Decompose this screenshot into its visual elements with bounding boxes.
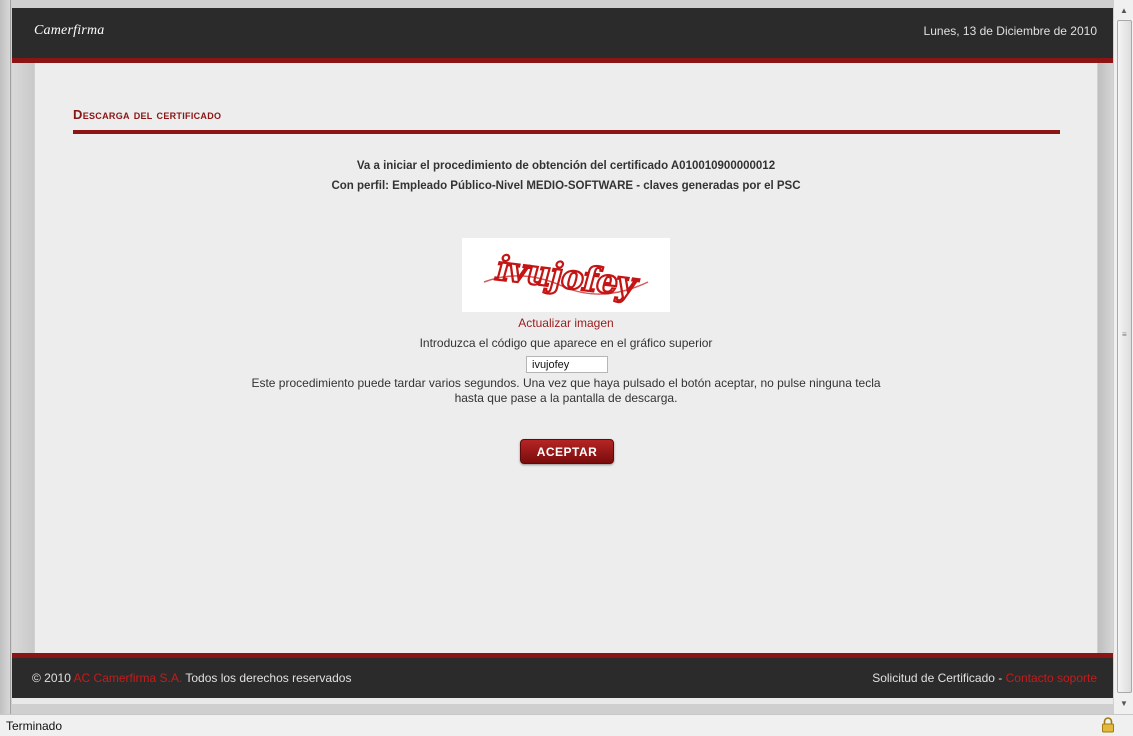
section-title: Descarga del certificado [73, 107, 222, 122]
note-line-1: Este procedimiento puede tardar varios s… [251, 376, 881, 390]
captcha-text: ivujofey [491, 249, 643, 305]
captcha-image: ivujofey [462, 238, 670, 312]
status-text: Terminado [6, 719, 63, 733]
left-side-shadow [12, 63, 34, 653]
right-side-shadow [1097, 63, 1113, 653]
scrollbar-thumb[interactable]: ≡ [1117, 20, 1132, 693]
footer-right: Solicitud de Certificado - Contacto sopo… [872, 671, 1097, 685]
captcha-instruction: Introduzca el código que aparece en el g… [419, 336, 713, 350]
status-bar: Terminado [0, 714, 1133, 736]
scroll-up-arrow-icon[interactable]: ▲ [1114, 2, 1133, 19]
footer-bar: © 2010 AC Camerfirma S.A. Todos los dere… [12, 653, 1113, 698]
scroll-grip-icon: ≡ [1122, 330, 1127, 339]
profile-info: Con perfil: Empleado Público-Nivel MEDIO… [331, 180, 801, 192]
camerfirma-logo: Camerfirma [34, 23, 105, 38]
vertical-scrollbar[interactable]: ▲ ≡ ▼ [1113, 0, 1133, 714]
title-divider [73, 130, 1060, 134]
support-contact-link[interactable]: Contacto soporte [1006, 671, 1097, 685]
certificate-info: Va a iniciar el procedimiento de obtenci… [356, 160, 776, 172]
captcha-graphic: ivujofey [483, 248, 649, 306]
header-bar: Camerfirma Lunes, 13 de Diciembre de 201… [12, 8, 1113, 63]
header-date: Lunes, 13 de Diciembre de 2010 [923, 24, 1097, 38]
scroll-down-arrow-icon[interactable]: ▼ [1114, 695, 1133, 712]
main-content: Descarga del certificado Va a iniciar el… [34, 63, 1098, 653]
note-line-2: hasta que pase a la pantalla de descarga… [454, 391, 678, 405]
browser-viewport: Camerfirma Lunes, 13 de Diciembre de 201… [0, 0, 1133, 714]
accept-button[interactable]: ACEPTAR [520, 439, 614, 464]
captcha-code-input[interactable] [526, 356, 608, 373]
request-certificate-text: Solicitud de Certificado - [872, 671, 1003, 685]
copyright-year: © 2010 [32, 671, 71, 685]
company-link[interactable]: AC Camerfirma S.A. [74, 671, 183, 685]
procedure-note: Este procedimiento puede tardar varios s… [216, 376, 916, 406]
rights-text: Todos los derechos reservados [185, 671, 352, 685]
lock-icon [1102, 717, 1114, 733]
footer-copyright: © 2010 AC Camerfirma S.A. Todos los dere… [32, 671, 351, 685]
refresh-image-link[interactable]: Actualizar imagen [35, 316, 1097, 330]
left-window-frame [0, 0, 11, 714]
